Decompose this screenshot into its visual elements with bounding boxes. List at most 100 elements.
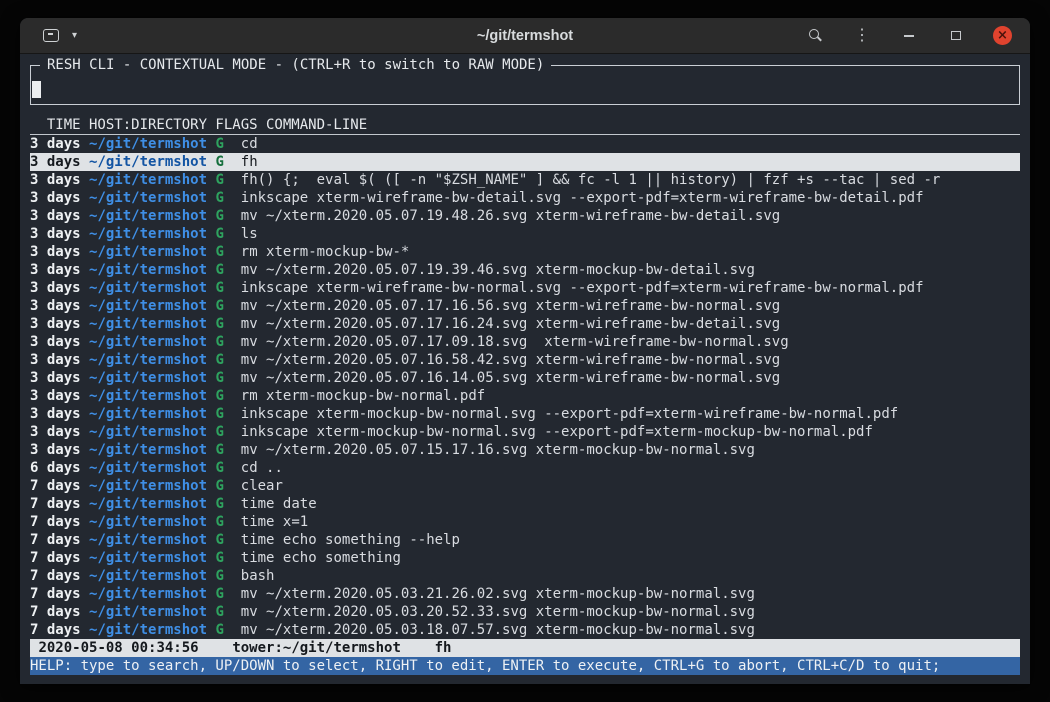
search-query-box[interactable]: RESH CLI - CONTEXTUAL MODE - (CTRL+R to … [30, 65, 1020, 105]
history-row[interactable]: 3 days ~/git/termshot G mv ~/xterm.2020.… [30, 351, 1020, 369]
row-flags: G [215, 208, 223, 224]
row-host-directory: ~/git/termshot [89, 136, 207, 152]
history-row[interactable]: 7 days ~/git/termshot G clear [30, 477, 1020, 495]
history-row[interactable]: 3 days ~/git/termshot G mv ~/xterm.2020.… [30, 333, 1020, 351]
row-command: time echo something [241, 550, 401, 566]
history-row[interactable]: 3 days ~/git/termshot G mv ~/xterm.2020.… [30, 207, 1020, 225]
row-host-directory: ~/git/termshot [89, 406, 207, 422]
row-time: 7 days [30, 604, 81, 620]
row-command: rm xterm-mockup-bw-* [241, 244, 410, 260]
row-flags: G [215, 388, 223, 404]
restore-icon [951, 31, 961, 40]
help-bar: HELP: type to search, UP/DOWN to select,… [30, 657, 1020, 675]
row-host-directory: ~/git/termshot [89, 316, 207, 332]
close-button[interactable]: × [993, 26, 1012, 45]
history-row[interactable]: 3 days ~/git/termshot G inkscape xterm-m… [30, 423, 1020, 441]
row-time: 3 days [30, 424, 81, 440]
history-row[interactable]: 3 days ~/git/termshot G ls [30, 225, 1020, 243]
row-host-directory: ~/git/termshot [89, 208, 207, 224]
history-row[interactable]: 3 days ~/git/termshot G fh [30, 153, 1020, 171]
history-row[interactable]: 7 days ~/git/termshot G time echo someth… [30, 531, 1020, 549]
row-time: 3 days [30, 334, 81, 350]
history-row[interactable]: 7 days ~/git/termshot G mv ~/xterm.2020.… [30, 585, 1020, 603]
chevron-down-icon[interactable]: ▾ [72, 30, 77, 41]
search-button[interactable] [805, 26, 825, 46]
history-row[interactable]: 3 days ~/git/termshot G rm xterm-mockup-… [30, 387, 1020, 405]
history-row[interactable]: 7 days ~/git/termshot G bash [30, 567, 1020, 585]
row-command: mv ~/xterm.2020.05.07.17.09.18.svg xterm… [241, 334, 789, 350]
restore-button[interactable] [946, 26, 966, 46]
row-time: 3 days [30, 280, 81, 296]
row-host-directory: ~/git/termshot [89, 298, 207, 314]
menu-button[interactable]: ⋮ [852, 26, 872, 46]
row-flags: G [215, 442, 223, 458]
row-time: 3 days [30, 190, 81, 206]
row-flags: G [215, 136, 223, 152]
row-host-directory: ~/git/termshot [89, 604, 207, 620]
close-icon: × [997, 29, 1008, 42]
row-flags: G [215, 604, 223, 620]
row-host-directory: ~/git/termshot [89, 478, 207, 494]
history-row[interactable]: 3 days ~/git/termshot G mv ~/xterm.2020.… [30, 315, 1020, 333]
row-host-directory: ~/git/termshot [89, 424, 207, 440]
row-command: time date [241, 496, 317, 512]
screenshot-stage: ▾ ~/git/termshot ⋮ × [0, 0, 1050, 702]
history-row[interactable]: 3 days ~/git/termshot G mv ~/xterm.2020.… [30, 369, 1020, 387]
history-row[interactable]: 7 days ~/git/termshot G mv ~/xterm.2020.… [30, 603, 1020, 621]
history-row[interactable]: 6 days ~/git/termshot G cd .. [30, 459, 1020, 477]
history-row[interactable]: 7 days ~/git/termshot G time x=1 [30, 513, 1020, 531]
history-row[interactable]: 3 days ~/git/termshot G mv ~/xterm.2020.… [30, 441, 1020, 459]
row-command: time x=1 [241, 514, 308, 530]
row-flags: G [215, 370, 223, 386]
row-time: 3 days [30, 406, 81, 422]
row-flags: G [215, 298, 223, 314]
row-command: clear [241, 478, 283, 494]
history-row[interactable]: 3 days ~/git/termshot G fh() {; eval $( … [30, 171, 1020, 189]
row-command: cd .. [241, 460, 283, 476]
row-command: mv ~/xterm.2020.05.07.17.16.24.svg xterm… [241, 316, 780, 332]
row-flags: G [215, 622, 223, 638]
terminal-window: ▾ ~/git/termshot ⋮ × [20, 18, 1030, 684]
history-row[interactable]: 3 days ~/git/termshot G inkscape xterm-w… [30, 189, 1020, 207]
minimize-icon [904, 35, 914, 37]
history-row[interactable]: 3 days ~/git/termshot G cd [30, 135, 1020, 153]
row-command: mv ~/xterm.2020.05.07.19.39.46.svg xterm… [241, 262, 755, 278]
text-cursor [32, 81, 41, 98]
row-command: cd [241, 136, 258, 152]
minimize-button[interactable] [899, 26, 919, 46]
row-flags: G [215, 154, 223, 170]
row-flags: G [215, 352, 223, 368]
row-time: 3 days [30, 442, 81, 458]
row-time: 3 days [30, 244, 81, 260]
history-row[interactable]: 3 days ~/git/termshot G mv ~/xterm.2020.… [30, 261, 1020, 279]
new-tab-button[interactable] [40, 25, 62, 47]
row-time: 7 days [30, 496, 81, 512]
history-row[interactable]: 7 days ~/git/termshot G time echo someth… [30, 549, 1020, 567]
row-command: bash [241, 568, 275, 584]
row-time: 3 days [30, 316, 81, 332]
row-flags: G [215, 280, 223, 296]
row-flags: G [215, 424, 223, 440]
history-row[interactable]: 7 days ~/git/termshot G mv ~/xterm.2020.… [30, 621, 1020, 639]
row-host-directory: ~/git/termshot [89, 460, 207, 476]
row-command: inkscape xterm-wireframe-bw-detail.svg -… [241, 190, 924, 206]
status-location: tower:~/git/termshot [232, 640, 401, 656]
searchbox-title: RESH CLI - CONTEXTUAL MODE - (CTRL+R to … [40, 56, 551, 74]
row-flags: G [215, 586, 223, 602]
row-time: 3 days [30, 352, 81, 368]
history-row[interactable]: 3 days ~/git/termshot G inkscape xterm-m… [30, 405, 1020, 423]
history-row[interactable]: 7 days ~/git/termshot G time date [30, 495, 1020, 513]
row-command: mv ~/xterm.2020.05.03.20.52.33.svg xterm… [241, 604, 755, 620]
row-host-directory: ~/git/termshot [89, 334, 207, 350]
row-time: 3 days [30, 154, 81, 170]
search-icon [807, 28, 823, 44]
row-host-directory: ~/git/termshot [89, 622, 207, 638]
row-flags: G [215, 190, 223, 206]
history-row[interactable]: 3 days ~/git/termshot G mv ~/xterm.2020.… [30, 297, 1020, 315]
row-host-directory: ~/git/termshot [89, 442, 207, 458]
history-row[interactable]: 3 days ~/git/termshot G rm xterm-mockup-… [30, 243, 1020, 261]
history-list: 3 days ~/git/termshot G cd 3 days ~/git/… [30, 135, 1020, 639]
row-host-directory: ~/git/termshot [89, 280, 207, 296]
history-row[interactable]: 3 days ~/git/termshot G inkscape xterm-w… [30, 279, 1020, 297]
row-host-directory: ~/git/termshot [89, 514, 207, 530]
